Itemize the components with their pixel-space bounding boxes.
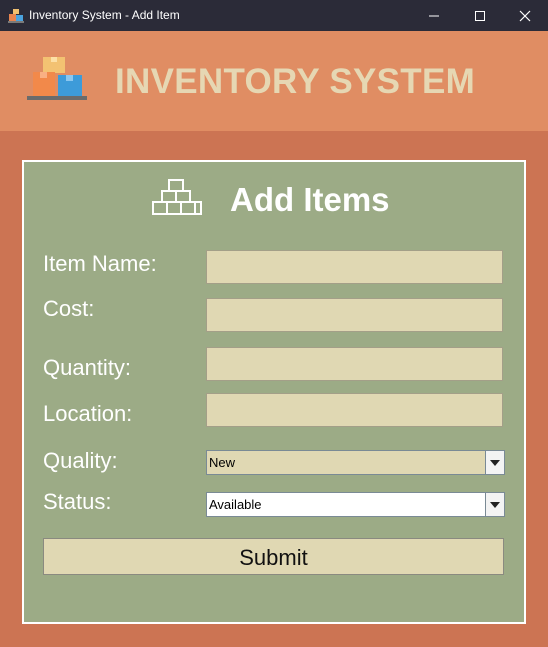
status-dropdown[interactable]: Available (206, 492, 505, 517)
quality-dropdown-arrow[interactable] (485, 451, 504, 474)
location-label: Location: (43, 401, 133, 426)
app-header: INVENTORY SYSTEM (0, 31, 548, 131)
quality-dropdown[interactable]: New (206, 450, 505, 475)
item-name-input[interactable] (206, 250, 503, 284)
app-name-heading: INVENTORY SYSTEM (115, 62, 476, 101)
boxes-app-icon (8, 8, 24, 24)
maximize-icon (475, 11, 485, 21)
panel-heading: Add Items (150, 178, 410, 222)
stacked-boxes-logo (26, 55, 88, 103)
item-name-label: Item Name: (43, 251, 157, 276)
window-titlebar[interactable]: Inventory System - Add Item (0, 0, 548, 31)
cost-input[interactable] (206, 298, 503, 332)
add-items-panel: Add Items Item Name: Cost: Quantity: Loc… (22, 160, 526, 624)
quantity-input[interactable] (206, 347, 503, 381)
close-button[interactable] (502, 0, 548, 31)
minimize-icon (429, 15, 439, 17)
close-icon (519, 10, 531, 22)
status-dropdown-arrow[interactable] (485, 493, 504, 516)
maximize-button[interactable] (457, 0, 503, 31)
form-title: Add Items (230, 181, 390, 218)
chevron-down-icon (490, 502, 500, 508)
window-title: Inventory System - Add Item (29, 8, 180, 22)
chevron-down-icon (490, 460, 500, 466)
status-selected-value: Available (209, 497, 262, 512)
status-label: Status: (43, 489, 112, 514)
quality-label: Quality: (43, 448, 118, 473)
box-pile-icon (150, 178, 204, 222)
quantity-label: Quantity: (43, 355, 132, 380)
quality-selected-value: New (209, 455, 236, 470)
minimize-button[interactable] (411, 0, 457, 31)
submit-button[interactable]: Submit (43, 538, 504, 575)
cost-label: Cost: (43, 296, 95, 321)
location-input[interactable] (206, 393, 503, 427)
